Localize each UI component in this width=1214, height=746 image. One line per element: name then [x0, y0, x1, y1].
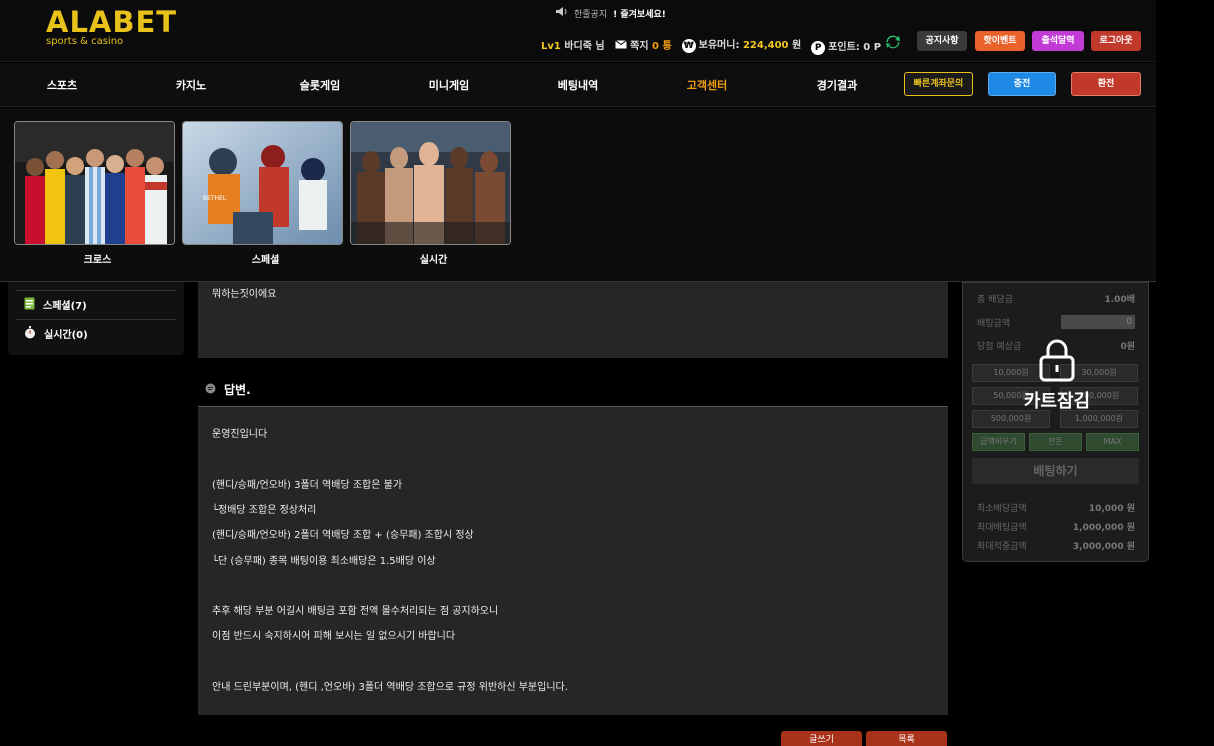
list-button[interactable]: 목록: [866, 731, 947, 746]
bet-amount-row: 배팅금액 0: [977, 315, 1135, 329]
svg-text:BETHEL: BETHEL: [203, 195, 227, 202]
bet-amount-input[interactable]: 0: [1061, 315, 1135, 329]
min-bet-label: 최소배당금액: [977, 504, 1027, 514]
point-icon: P: [811, 41, 826, 55]
messages-label: 쪽지: [630, 41, 649, 52]
answer-box: 운영진입니다 (핸디/승패/언오바) 3폴더 역배당 조합은 불가 └정배당 조…: [198, 407, 948, 715]
logo-text: ALABET: [46, 5, 178, 39]
mail-icon: [614, 40, 627, 52]
nav-minigame[interactable]: 미니게임: [409, 77, 489, 93]
notice-message: ! 즐겨보세요!: [613, 9, 666, 20]
total-odds-value: 1.00배: [1104, 295, 1136, 305]
max-win-value: 3,000,000 원: [1072, 542, 1135, 552]
max-bet-row: 최대배팅금액 1,000,000 원: [977, 520, 1135, 533]
sidebar-item-label: 스페셜(7): [43, 301, 87, 312]
change-button[interactable]: 잔돈: [1029, 433, 1082, 451]
answer-line: 추후 해당 부분 어길시 배팅금 포함 전액 몰수처리되는 점 공지하오니: [212, 606, 499, 617]
min-bet-row: 최소배당금액 10,000 원: [977, 501, 1135, 514]
answer-line: 운영진입니다: [212, 429, 268, 440]
nav-results[interactable]: 경기결과: [797, 77, 877, 93]
sports-dropdown: 크로스 BETHEL 스페셜 실시간: [0, 108, 1156, 282]
point-info: P 포인트: 0 P: [811, 34, 900, 55]
lock-icon: [1037, 339, 1077, 385]
quick-account-button[interactable]: 빠른계좌문의: [904, 72, 973, 96]
live-label[interactable]: 실시간: [353, 251, 514, 266]
username: 바디죽 님: [564, 41, 605, 52]
sidebar-item-special[interactable]: 스페셜(7): [16, 290, 176, 318]
total-odds-row: 총 배당금 1.00배: [977, 292, 1135, 305]
deposit-button[interactable]: 충전: [988, 72, 1056, 96]
max-bet-label: 최대배팅금액: [977, 523, 1027, 533]
reset-amount-button[interactable]: 금액비우기: [972, 433, 1025, 451]
answer-line: └정배당 조합은 정상처리: [212, 505, 317, 516]
live-image: [351, 122, 510, 244]
answer-line: └단 (승무패) 종목 배팅이용 최소배당은 1.5배당 이상: [212, 556, 436, 567]
speaker-icon: [555, 6, 568, 20]
user-info-bar: Lv1 바디죽 님 쪽지 0 통 ₩ 보유머니: 224,400 원 P 포인트: …: [541, 34, 901, 55]
cart-locked-text: 카트잠김: [1023, 391, 1091, 412]
hot-event-button[interactable]: 핫이벤트: [975, 31, 1025, 51]
sidebar-item-label: 실시간(0): [44, 330, 88, 341]
cross-label[interactable]: 크로스: [17, 251, 178, 266]
sidebar-menu: 스페셜(7) 실시간(0): [8, 282, 184, 355]
top-header: ALABET sports & casino 한줄공지 ! 즐겨보세요! Lv1…: [0, 0, 1156, 62]
list-icon: [24, 297, 35, 313]
notice-label: 한줄공지: [574, 9, 608, 20]
balance-value: 224,400: [742, 40, 789, 51]
nav-casino[interactable]: 카지노: [151, 77, 231, 93]
min-bet-value: 10,000 원: [1088, 504, 1135, 514]
notice-button[interactable]: 공지사항: [917, 31, 967, 51]
messages-count: 0 통: [652, 41, 672, 52]
messages-link[interactable]: 쪽지 0 통: [614, 37, 672, 52]
balance-unit: 원: [791, 40, 802, 51]
max-win-label: 최대적중금액: [977, 542, 1027, 552]
answer-line: (핸디/승패/언오바) 3폴더 역배당 조합은 불가: [212, 480, 403, 491]
wallet-icon: ₩: [681, 39, 696, 53]
point-value: 0 P: [863, 42, 882, 53]
max-button[interactable]: MAX: [1086, 433, 1139, 451]
special-card[interactable]: BETHEL: [182, 121, 343, 245]
level-badge: Lv1: [541, 41, 561, 52]
bet-cart: 총 배당금 1.00배 배팅금액 0 당첨 예상금 0원 10,000원 30,…: [962, 282, 1149, 562]
stopwatch-icon: [24, 325, 36, 342]
expected-value: 0원: [1120, 342, 1135, 352]
total-odds-label: 총 배당금: [977, 295, 1013, 305]
nav-slot[interactable]: 슬롯게임: [280, 77, 360, 93]
balance-info: ₩ 보유머니: 224,400 원: [681, 36, 802, 53]
question-box: 뭐하는짓이에요: [198, 282, 948, 358]
speech-bubble-icon: [205, 383, 216, 397]
special-label[interactable]: 스페셜: [185, 251, 346, 266]
nav-bet-history[interactable]: 베팅내역: [538, 77, 618, 93]
write-button[interactable]: 글쓰기: [781, 731, 862, 746]
point-label: 포인트:: [828, 42, 860, 53]
logout-button[interactable]: 로그아웃: [1091, 31, 1141, 51]
answer-header: 답변.: [205, 381, 251, 398]
max-win-row: 최대적중금액 3,000,000 원: [977, 539, 1135, 552]
cross-card[interactable]: [14, 121, 175, 245]
sidebar-item-live[interactable]: 실시간(0): [16, 319, 176, 347]
nav-sports[interactable]: 스포츠: [22, 77, 102, 93]
notice-bar: 한줄공지 ! 즐겨보세요!: [555, 6, 666, 20]
cart-lock-overlay: 카트잠김: [1015, 338, 1099, 413]
question-text: 뭐하는짓이에요: [212, 289, 277, 300]
nav-customer-center[interactable]: 고객센터: [667, 77, 747, 93]
withdraw-button[interactable]: 환전: [1071, 72, 1141, 96]
answer-title: 답변.: [224, 383, 251, 397]
user-level: Lv1 바디죽 님: [541, 37, 605, 52]
answer-line: 안내 드린부분이며, (헨디 ,언오바) 3폴더 역배당 조합으로 규정 위반하…: [212, 682, 568, 693]
logo[interactable]: ALABET sports & casino: [46, 6, 177, 47]
place-bet-button[interactable]: 배팅하기: [972, 458, 1139, 484]
special-image: BETHEL: [183, 122, 342, 244]
cross-image: [15, 122, 174, 244]
bet-amount-label: 배팅금액: [977, 318, 1011, 329]
main-nav: 스포츠 카지노 슬롯게임 미니게임 베팅내역 고객센터 경기결과 빠른계좌문의 …: [0, 63, 1156, 107]
answer-line: (핸디/승패/언오바) 2폴더 역배당 조합 + (승무패) 조합시 정상: [212, 530, 474, 541]
answer-line: 이점 반드시 숙지하시어 피해 보시는 일 없으시기 바랍니다: [212, 631, 456, 642]
balance-label: 보유머니:: [698, 40, 740, 51]
point-convert-icon[interactable]: [885, 35, 901, 53]
attendance-button[interactable]: 출석달력: [1032, 31, 1084, 51]
max-bet-value: 1,000,000 원: [1072, 523, 1135, 533]
live-card[interactable]: [350, 121, 511, 245]
